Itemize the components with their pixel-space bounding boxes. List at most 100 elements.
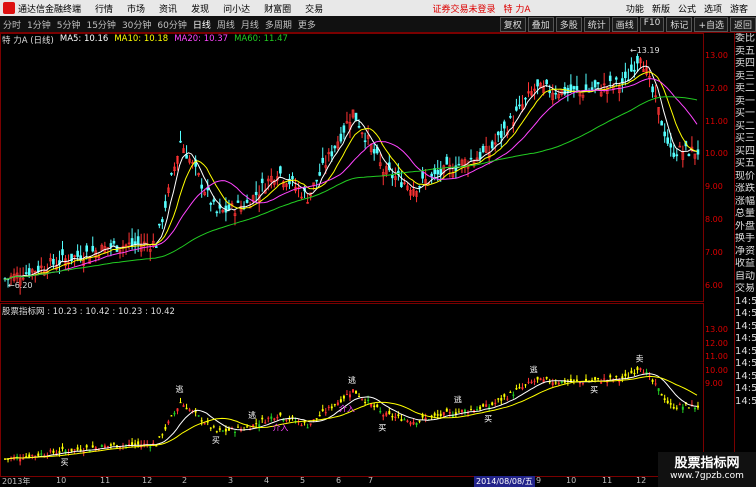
side-panel-item[interactable]: 卖五 bbox=[735, 46, 756, 59]
side-panel-item[interactable]: 14:5 bbox=[735, 358, 756, 371]
side-panel-item[interactable]: 卖四 bbox=[735, 58, 756, 71]
multi-stock-button[interactable]: 多股 bbox=[555, 16, 582, 32]
menu-options[interactable]: 选项 bbox=[704, 2, 722, 15]
indicator-bar bbox=[28, 454, 31, 458]
indicator-bar bbox=[261, 417, 264, 420]
x-tick-label: 11 bbox=[100, 476, 111, 485]
side-panel-item[interactable]: 14:5 bbox=[735, 371, 756, 384]
candle-body bbox=[260, 178, 264, 184]
indicator-chart[interactable]: 逃逃逃逃逃卖买买买买买介入介入 bbox=[0, 303, 702, 475]
side-panel-item[interactable]: 14:5 bbox=[735, 296, 756, 309]
candle-body bbox=[503, 121, 506, 129]
tf-5min[interactable]: 5分钟 bbox=[57, 18, 81, 31]
tf-15min[interactable]: 15分钟 bbox=[86, 18, 115, 31]
menu-function[interactable]: 功能 bbox=[626, 2, 644, 15]
trade-login-notice[interactable]: 证券交易未登录 bbox=[433, 2, 496, 15]
indicator-bar bbox=[221, 430, 224, 432]
side-panel-item[interactable]: 收益 bbox=[735, 258, 756, 271]
main-y-axis: 13.00 12.00 11.00 10.00 9.00 8.00 7.00 6.00 bbox=[703, 33, 733, 300]
tf-multi[interactable]: 多周期 bbox=[265, 18, 292, 31]
indicator-bar bbox=[264, 422, 267, 424]
side-panel-item[interactable]: 净资 bbox=[735, 246, 756, 259]
mark-button[interactable]: 标记 bbox=[666, 16, 693, 32]
indicator-bar bbox=[503, 394, 506, 397]
tf-more[interactable]: 更多 bbox=[298, 18, 316, 31]
side-panel-item[interactable]: 现价 bbox=[735, 171, 756, 184]
candle-body bbox=[469, 157, 473, 160]
side-panel-item[interactable]: 买三 bbox=[735, 133, 756, 146]
side-panel-item[interactable]: 自动 bbox=[735, 271, 756, 284]
candle-body bbox=[185, 154, 188, 159]
menu-ask[interactable]: 问小达 bbox=[223, 2, 250, 15]
side-panel-item[interactable]: 14:5 bbox=[735, 396, 756, 409]
user-name[interactable]: 游客 bbox=[730, 2, 748, 15]
side-panel-item[interactable]: 卖二 bbox=[735, 83, 756, 96]
indicator-bar bbox=[597, 377, 600, 379]
f10-button[interactable]: F10 bbox=[639, 16, 665, 32]
menu-new-version[interactable]: 新版 bbox=[652, 2, 670, 15]
side-panel-item[interactable]: 外盘 bbox=[735, 221, 756, 234]
side-panel-item[interactable]: 委比 bbox=[735, 33, 756, 46]
tf-weekly[interactable]: 周线 bbox=[217, 18, 235, 31]
candle-body bbox=[61, 249, 64, 256]
side-panel-item[interactable]: 涨幅 bbox=[735, 196, 756, 209]
tf-30min[interactable]: 30分钟 bbox=[122, 18, 151, 31]
side-panel-item[interactable]: 买二 bbox=[735, 121, 756, 134]
adjust-button[interactable]: 复权 bbox=[499, 16, 526, 32]
add-watchlist-button[interactable]: +自选 bbox=[694, 16, 728, 32]
menu-discover[interactable]: 发现 bbox=[191, 2, 209, 15]
x-tick-label: 2 bbox=[182, 476, 188, 485]
candle-body bbox=[584, 84, 588, 92]
side-panel-item[interactable]: 14:5 bbox=[735, 383, 756, 396]
side-panel-item[interactable]: 买四 bbox=[735, 146, 756, 159]
tf-monthly[interactable]: 月线 bbox=[241, 18, 259, 31]
side-panel-item[interactable]: 14:5 bbox=[735, 308, 756, 321]
side-panel-item[interactable]: 14:5 bbox=[735, 346, 756, 359]
overlay-button[interactable]: 叠加 bbox=[527, 16, 554, 32]
side-panel-item[interactable]: 卖一 bbox=[735, 96, 756, 109]
candle-body bbox=[391, 174, 394, 179]
stats-button[interactable]: 统计 bbox=[583, 16, 610, 32]
menu-market[interactable]: 市场 bbox=[127, 2, 145, 15]
indicator-bar bbox=[128, 444, 131, 446]
candle-body bbox=[339, 133, 343, 142]
menu-trade[interactable]: 交易 bbox=[305, 2, 323, 15]
side-panel-item[interactable]: 交易 bbox=[735, 283, 756, 296]
side-panel-item[interactable]: 卖三 bbox=[735, 71, 756, 84]
indicator-bar bbox=[100, 444, 103, 448]
y-tick-label: 13.00 bbox=[705, 51, 728, 60]
candle-body bbox=[291, 176, 294, 180]
menu-market-quotes[interactable]: 行情 bbox=[95, 2, 113, 15]
side-panel-item[interactable]: 买五 bbox=[735, 158, 756, 171]
menu-formula[interactable]: 公式 bbox=[678, 2, 696, 15]
side-panel-item[interactable]: 14:5 bbox=[735, 333, 756, 346]
menu-news[interactable]: 资讯 bbox=[159, 2, 177, 15]
candle-body bbox=[161, 219, 164, 223]
candlestick-chart[interactable]: ←13.19 ←6.20 bbox=[0, 33, 702, 300]
indicator-bar bbox=[358, 396, 361, 398]
side-panel-item[interactable]: 换手 bbox=[735, 233, 756, 246]
indicator-y-axis: 13.00 12.00 11.00 10.00 9.00 bbox=[703, 303, 733, 475]
y-tick-label: 12.00 bbox=[705, 338, 728, 348]
side-panel-item[interactable]: 涨跌 bbox=[735, 183, 756, 196]
candle-body bbox=[363, 140, 367, 143]
toolbar-right-buttons: 复权 叠加 多股 统计 画线 F10 标记 +自选 返回 bbox=[498, 16, 756, 32]
indicator-bar bbox=[376, 404, 379, 408]
indicator-bar bbox=[109, 444, 112, 446]
back-button[interactable]: 返回 bbox=[729, 16, 756, 32]
indicator-bar bbox=[37, 453, 40, 456]
side-panel-item[interactable]: 总量 bbox=[735, 208, 756, 221]
tf-60min[interactable]: 60分钟 bbox=[157, 18, 186, 31]
x-tick-label: 5 bbox=[300, 476, 306, 485]
tf-intraday[interactable]: 分时 bbox=[3, 18, 21, 31]
tf-1min[interactable]: 1分钟 bbox=[27, 18, 51, 31]
candle-body bbox=[315, 179, 318, 182]
menu-wealth[interactable]: 财富圈 bbox=[264, 2, 291, 15]
candle-body bbox=[170, 173, 173, 175]
candle-body bbox=[342, 125, 346, 133]
side-panel-item[interactable]: 买一 bbox=[735, 108, 756, 121]
draw-button[interactable]: 画线 bbox=[611, 16, 638, 32]
side-panel-item[interactable]: 14:5 bbox=[735, 321, 756, 334]
indicator-bar bbox=[678, 404, 681, 406]
tf-daily[interactable]: 日线 bbox=[193, 18, 211, 31]
